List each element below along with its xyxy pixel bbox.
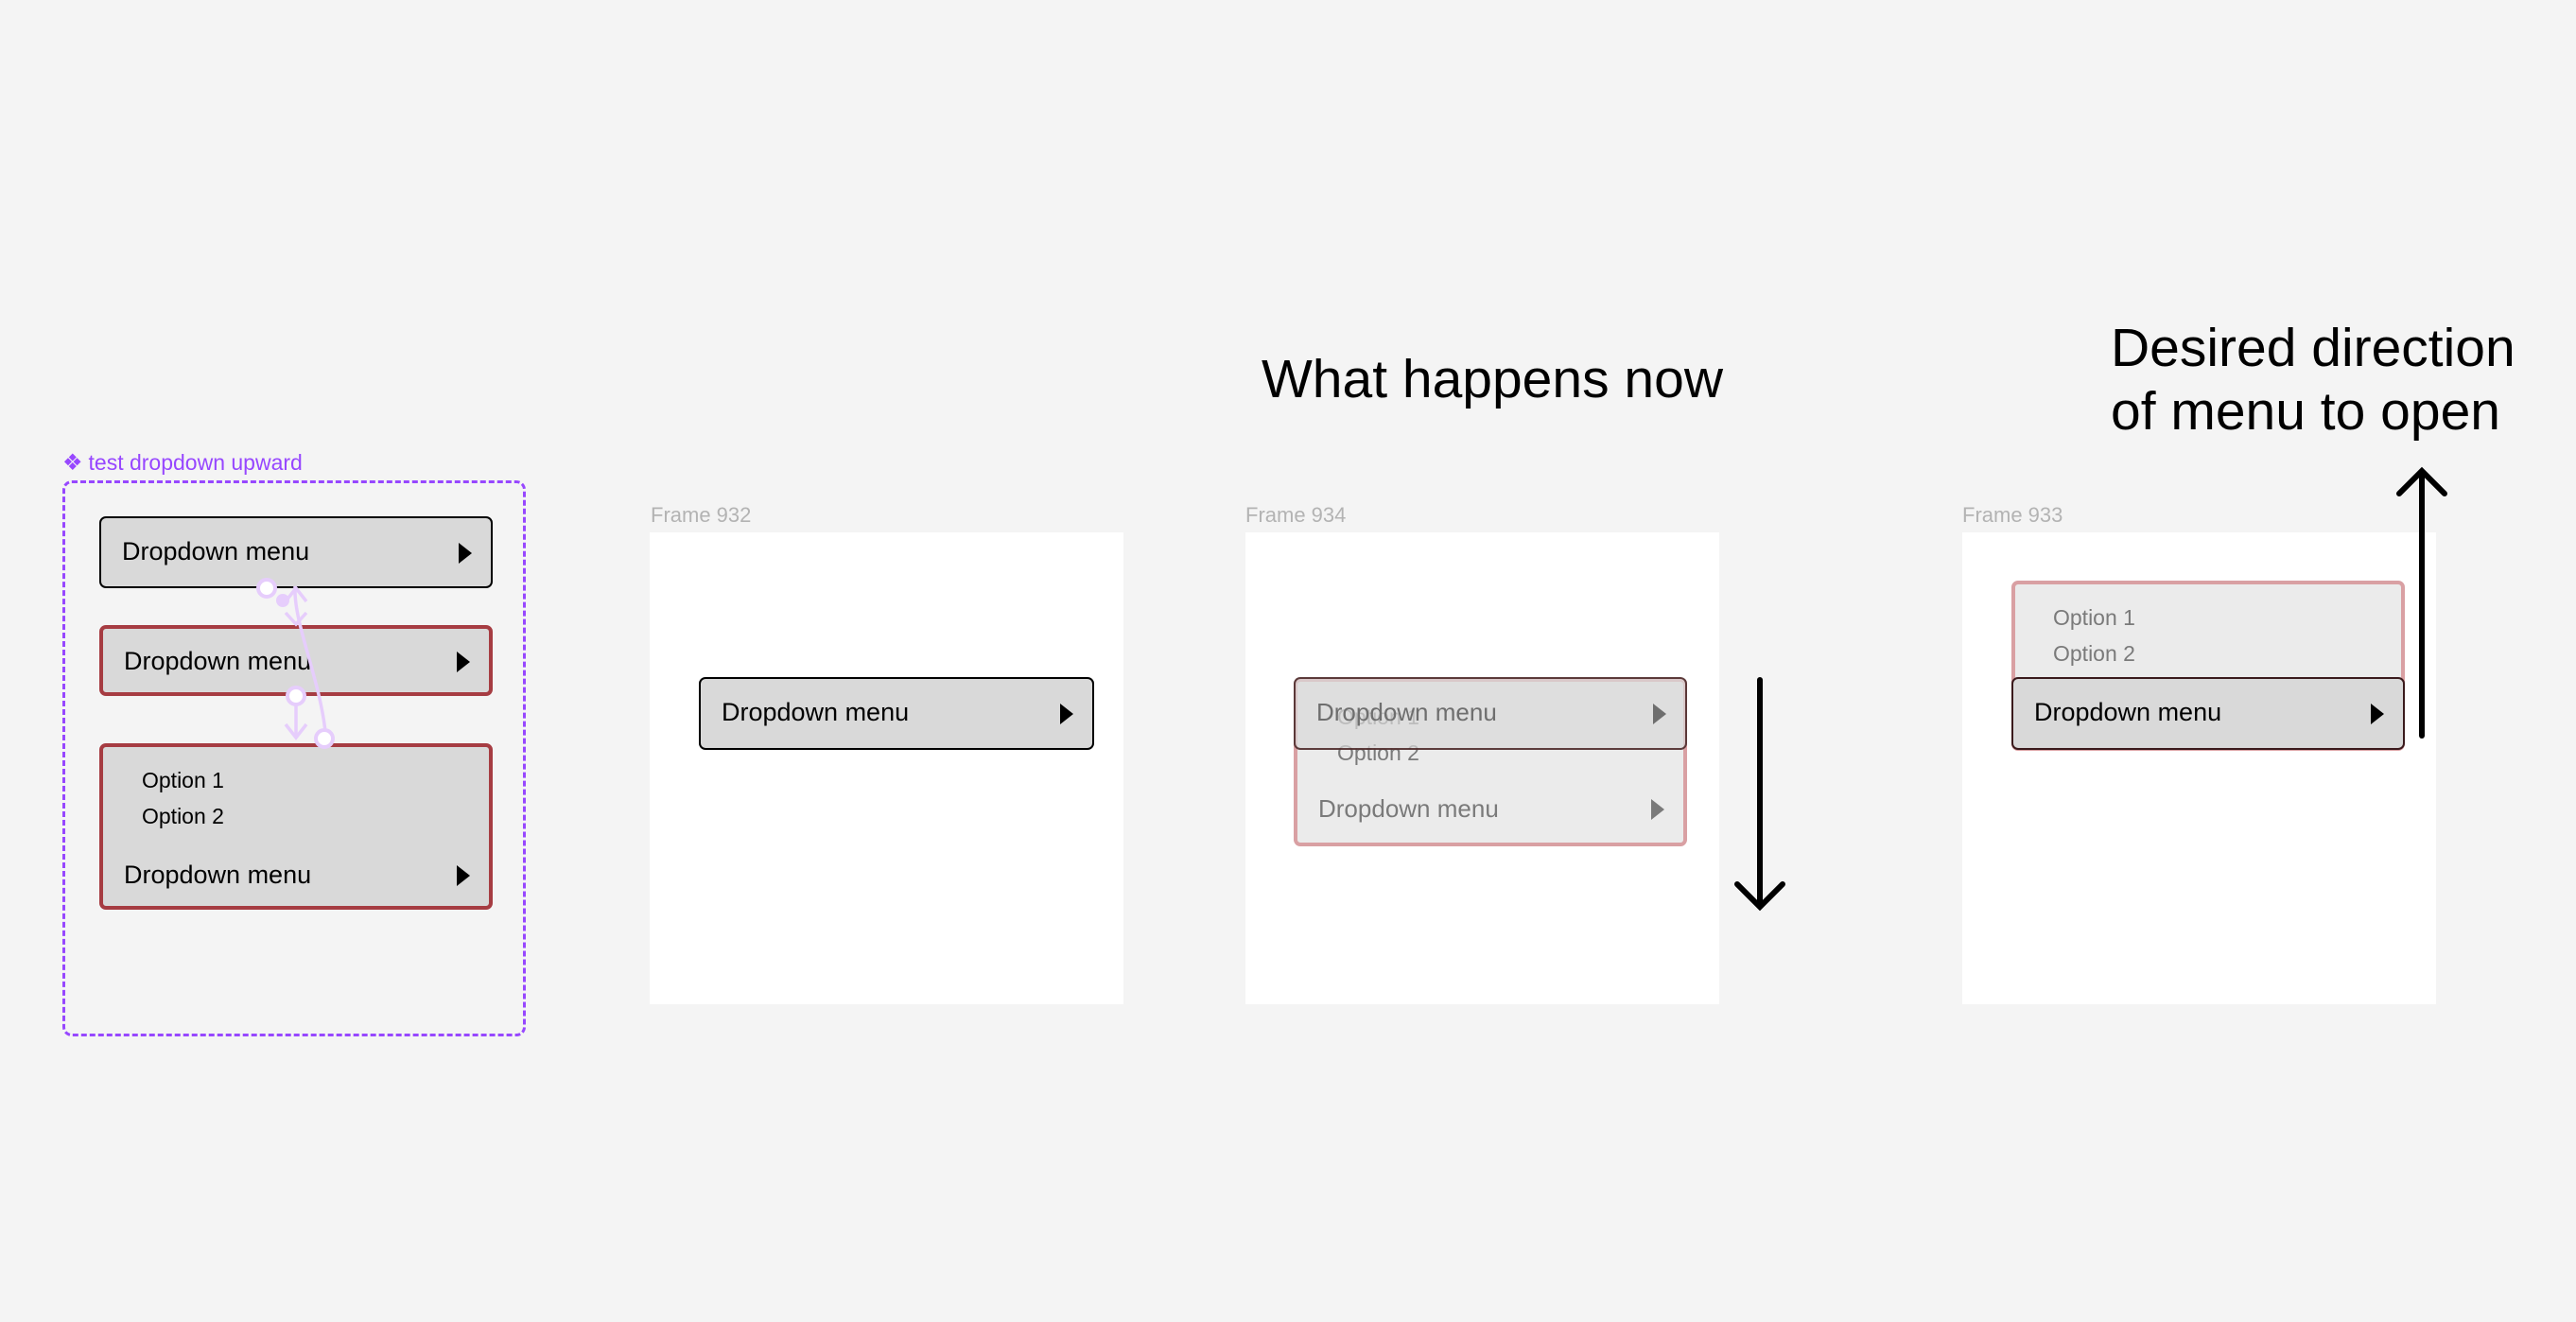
caret-right-icon [1060, 704, 1073, 724]
frame-933-label[interactable]: Frame 933 [1962, 503, 2063, 528]
up-arrow-icon [2396, 466, 2447, 739]
caret-right-icon [1653, 704, 1666, 724]
dropdown-label: Dropdown menu [1318, 794, 1499, 823]
option-1[interactable]: Option 1 [2053, 605, 2135, 631]
caret-right-icon [457, 652, 470, 672]
caret-right-icon [459, 543, 472, 564]
frame-933-dropdown[interactable]: Dropdown menu [2011, 677, 2405, 750]
frame-932 [650, 532, 1123, 1004]
variant-open-upward[interactable]: Option 1 Option 2 Dropdown menu [99, 743, 493, 910]
dropdown-label: Dropdown menu [722, 698, 910, 726]
frame-932-label[interactable]: Frame 932 [651, 503, 751, 528]
down-arrow-icon [1734, 677, 1785, 912]
frame-934-dropdown-overlay[interactable]: Dropdown menu [1294, 677, 1687, 750]
dropdown-label: Dropdown menu [122, 537, 310, 565]
heading-line-2: of menu to open [2111, 381, 2500, 442]
dropdown-label: Dropdown menu [2034, 698, 2222, 726]
option-2[interactable]: Option 2 [142, 804, 224, 829]
component-set-name: test dropdown upward [88, 450, 303, 475]
caret-right-icon [1651, 799, 1664, 820]
prototype-connectors [256, 578, 335, 749]
connector-node [256, 578, 277, 599]
desired-direction-heading: Desired direction of menu to open [2111, 317, 2515, 444]
frame-932-dropdown[interactable]: Dropdown menu [699, 677, 1094, 750]
what-happens-now-heading: What happens now [1262, 349, 1723, 409]
connector-node [286, 686, 306, 706]
dropdown-label: Dropdown menu [1316, 698, 1497, 726]
heading-line-1: Desired direction [2111, 318, 2515, 378]
dropdown-label: Dropdown menu [124, 861, 312, 889]
component-set-label[interactable]: ❖ test dropdown upward [62, 450, 303, 476]
connector-node [314, 728, 335, 749]
frame-934-label[interactable]: Frame 934 [1245, 503, 1346, 528]
caret-right-icon [2371, 704, 2384, 724]
component-diamond-icon: ❖ [62, 449, 83, 476]
connector-curve [293, 585, 328, 741]
caret-right-icon [457, 865, 470, 886]
connector-node [276, 594, 289, 607]
option-1[interactable]: Option 1 [142, 768, 224, 793]
option-2[interactable]: Option 2 [2053, 641, 2135, 667]
